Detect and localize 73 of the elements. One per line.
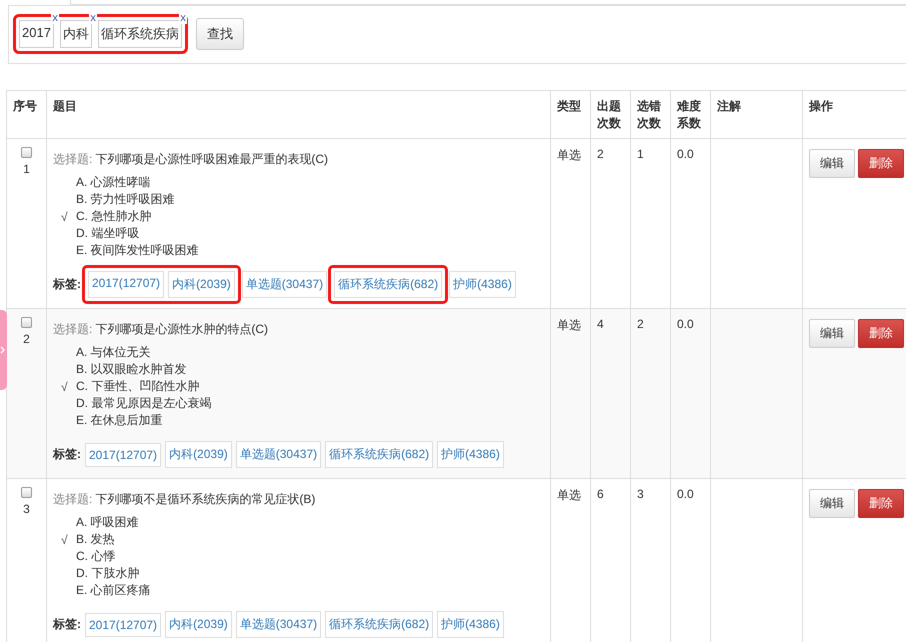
column-header: 题目 <box>46 90 550 138</box>
side-tab[interactable] <box>0 310 7 390</box>
correct-mark: √ <box>61 532 68 546</box>
row-checkbox[interactable] <box>21 147 32 158</box>
count-cell: 4 <box>590 308 630 478</box>
answer-option: E. 夜间阵发性呼吸困难 <box>76 242 199 259</box>
question-text: 下列哪项是心源性呼吸困难最严重的表现(C) <box>95 152 328 166</box>
delete-button[interactable]: 删除 <box>858 149 904 178</box>
remove-chip-button[interactable]: x <box>89 13 97 24</box>
count-cell: 2 <box>590 138 630 308</box>
answer-option: E. 心前区疼痛 <box>76 582 151 599</box>
type-cell: 单选 <box>550 308 590 478</box>
difficulty-cell: 0.0 <box>670 138 710 308</box>
correct-mark: √ <box>61 210 68 224</box>
answer-option: C. 心悸 <box>76 548 116 565</box>
question-type: 选择题: <box>53 492 92 506</box>
tag-link[interactable]: 护师(4386) <box>449 271 516 298</box>
count-cell: 1 <box>630 138 670 308</box>
tag-link[interactable]: 单选题(30437) <box>236 611 322 638</box>
chevron-right-icon <box>0 346 5 354</box>
search-button[interactable]: 查找 <box>196 18 244 50</box>
remove-chip-button[interactable]: x <box>179 13 187 24</box>
tags-label: 标签: <box>53 616 81 633</box>
answer-option: C. 急性肺水肿 <box>76 208 152 225</box>
answer-option: E. 在休息后加重 <box>76 412 163 429</box>
question-text: 下列哪项是心源性水肿的特点(C) <box>95 322 268 336</box>
edit-button[interactable]: 编辑 <box>809 319 855 348</box>
answer-option: A. 与体位无关 <box>76 344 151 361</box>
tag-link[interactable]: 内科(2039) <box>168 271 235 298</box>
answer-option: A. 心源性哮喘 <box>76 174 151 191</box>
question-type: 选择题: <box>53 322 92 336</box>
edit-button[interactable]: 编辑 <box>809 149 855 178</box>
edit-button[interactable]: 编辑 <box>809 489 855 518</box>
answer-option: D. 下肢水肿 <box>76 565 140 582</box>
delete-button[interactable]: 删除 <box>858 489 904 518</box>
filter-chip[interactable]: 2017 <box>19 20 54 48</box>
question-type: 选择题: <box>53 152 92 166</box>
answer-option: D. 端坐呼吸 <box>76 225 140 242</box>
row-number: 2 <box>23 332 30 346</box>
tag-link[interactable]: 护师(4386) <box>437 441 504 468</box>
question-text: 下列哪项不是循环系统疾病的常见症状(B) <box>95 492 316 506</box>
type-cell: 单选 <box>550 138 590 308</box>
answer-option: D. 最常见原因是左心衰竭 <box>76 395 212 412</box>
tag-link[interactable]: 护师(4386) <box>437 611 504 638</box>
answer-option: A. 呼吸困难 <box>76 514 139 531</box>
column-header: 序号 <box>6 90 46 138</box>
tag-link[interactable]: 2017(12707) <box>88 271 164 298</box>
correct-mark: √ <box>61 380 68 394</box>
tag-link[interactable]: 2017(12707) <box>85 612 162 636</box>
filter-chip[interactable]: 内科 <box>60 20 92 48</box>
row-checkbox[interactable] <box>21 487 32 498</box>
row-number: 1 <box>23 162 30 176</box>
tag-link[interactable]: 内科(2039) <box>165 611 232 638</box>
tag-link[interactable]: 内科(2039) <box>165 441 232 468</box>
tag-link[interactable]: 2017(12707) <box>85 442 162 466</box>
row-number: 3 <box>23 502 30 516</box>
row-checkbox[interactable] <box>21 317 32 328</box>
delete-button[interactable]: 删除 <box>858 319 904 348</box>
answer-option: B. 劳力性呼吸困难 <box>76 191 175 208</box>
answer-option: C. 下垂性、凹陷性水肿 <box>76 378 200 395</box>
count-cell: 2 <box>630 308 670 478</box>
tag-link[interactable]: 循环系统疾病(682) <box>325 611 434 638</box>
answer-option: B. 以双眼睑水肿首发 <box>76 361 187 378</box>
tag-link[interactable]: 单选题(30437) <box>236 441 322 468</box>
tag-link[interactable]: 循环系统疾病(682) <box>325 441 434 468</box>
difficulty-cell: 0.0 <box>670 308 710 478</box>
remove-chip-button[interactable]: x <box>51 13 59 24</box>
filter-chip[interactable]: 循环系统疾病 <box>98 20 182 48</box>
tag-link[interactable]: 循环系统疾病(682) <box>334 271 442 298</box>
tags-label: 标签: <box>53 446 81 463</box>
tags-label: 标签: <box>53 276 81 293</box>
answer-option: B. 发热 <box>76 531 115 548</box>
tag-link[interactable]: 单选题(30437) <box>242 271 328 298</box>
